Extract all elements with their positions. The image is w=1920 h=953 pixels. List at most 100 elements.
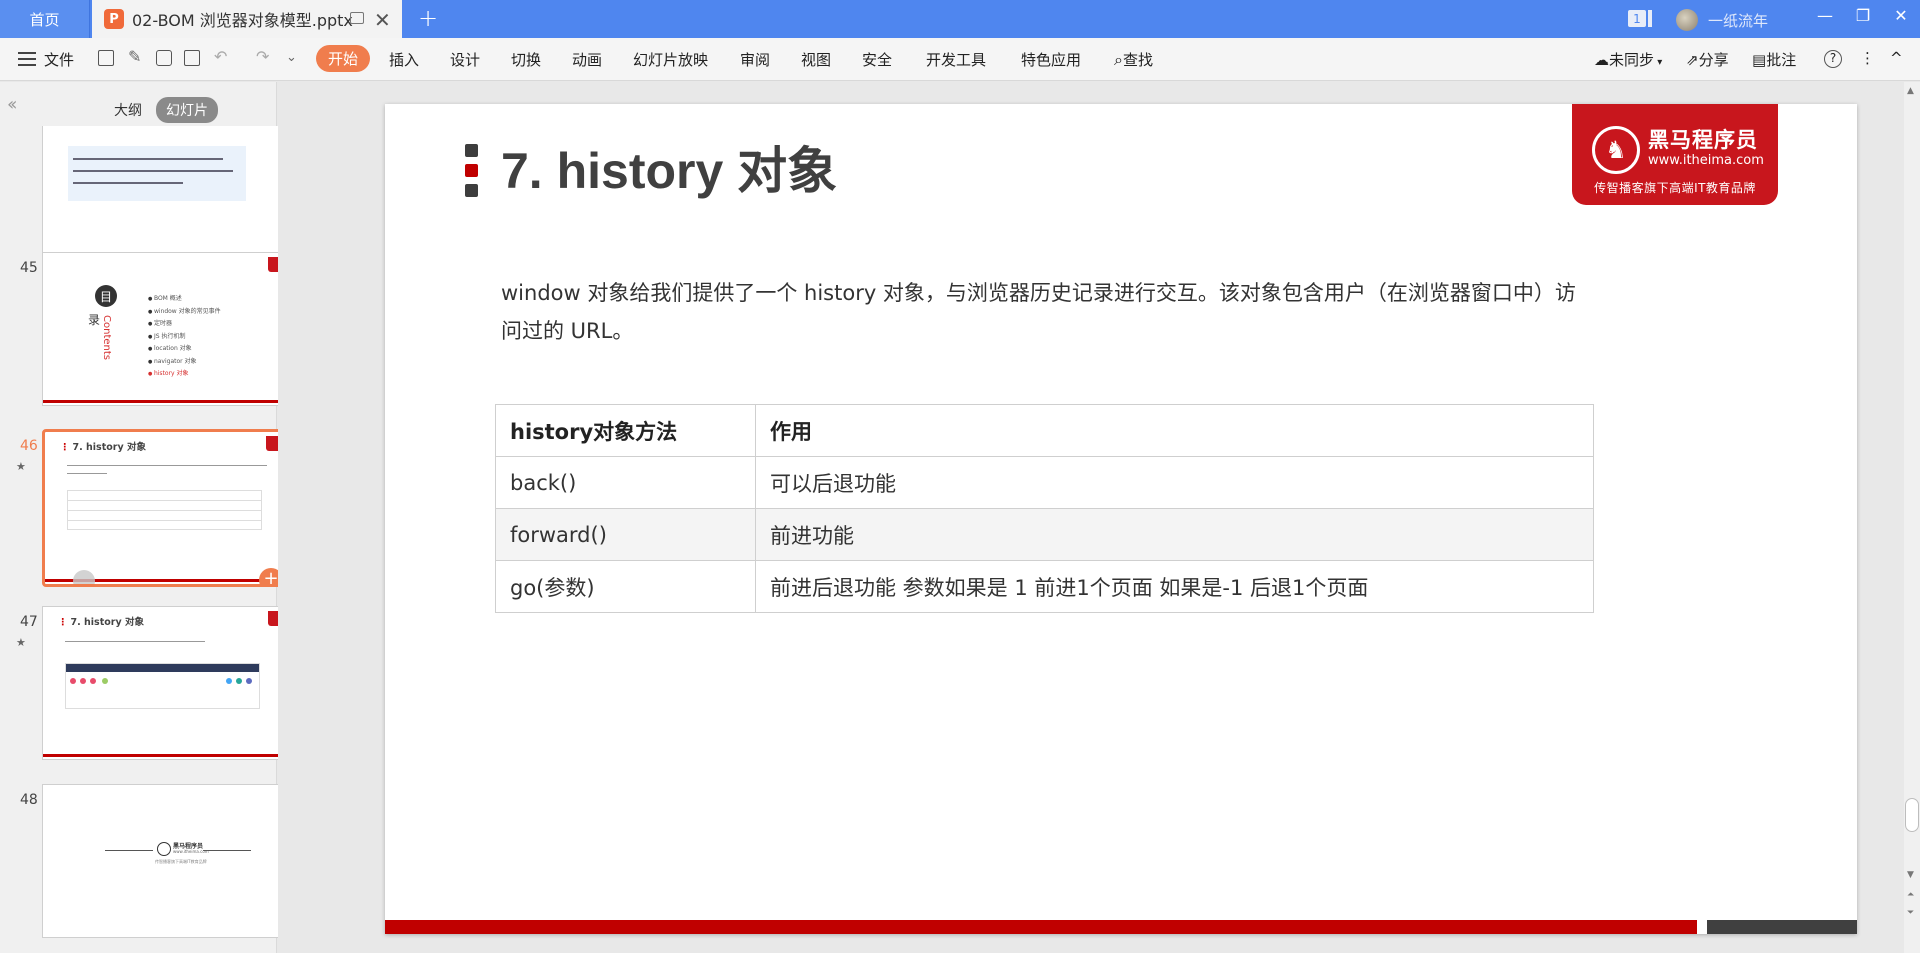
toc-big-char: 目 xyxy=(95,285,117,307)
table-cell: 前进后退功能 参数如果是 1 前进1个页面 如果是-1 后退1个页面 xyxy=(755,560,1594,613)
preview-dot xyxy=(90,678,96,684)
logo-tagline: 传智播客旗下高端IT教育品牌 xyxy=(1594,181,1756,195)
more-options-icon[interactable]: ⋮ xyxy=(1860,49,1875,67)
table-cell: 可以后退功能 xyxy=(755,456,1594,509)
scroll-down-icon[interactable]: ▼ xyxy=(1907,870,1914,880)
user-avatar[interactable] xyxy=(1676,9,1698,31)
print-preview-icon[interactable] xyxy=(184,50,200,66)
tab-view[interactable]: 视图 xyxy=(801,49,831,70)
tab-slideshow[interactable]: 幻灯片放映 xyxy=(633,49,708,70)
close-window-button[interactable]: ✕ xyxy=(1886,6,1916,25)
print-icon[interactable] xyxy=(156,50,172,66)
slide-thumbnail-48[interactable]: 黑马程序员 www.itheima.com 传智播客旗下高端IT教育品牌 xyxy=(42,784,312,938)
file-menu[interactable]: 文件 xyxy=(44,49,74,70)
slide-thumbnail-45[interactable]: 目 录 Contents BOM 概述 window 对象的常见事件 定时器 J… xyxy=(42,252,312,406)
tab-review[interactable]: 审阅 xyxy=(740,49,770,70)
preview-dot xyxy=(80,678,86,684)
hamburger-menu-icon[interactable] xyxy=(18,52,36,66)
table-row: go(参数) 前进后退功能 参数如果是 1 前进1个页面 如果是-1 后退1个页… xyxy=(495,560,1594,613)
toc-item: window 对象的常见事件 xyxy=(148,306,221,319)
thumb-logo-url: www.itheima.com xyxy=(173,849,209,854)
tab-document[interactable]: P 02-BOM 浏览器对象模型.pptx ✕ xyxy=(92,0,402,38)
window-count-badge-edge xyxy=(1648,10,1652,27)
table-cell: go(参数) xyxy=(495,560,756,613)
minimize-button[interactable]: — xyxy=(1810,6,1840,25)
ppt-file-icon: P xyxy=(104,9,124,29)
logo-url: www.itheima.com xyxy=(1648,153,1764,168)
preview-line xyxy=(73,170,233,172)
chevron-down-icon: ▾ xyxy=(1654,57,1663,68)
undo-icon[interactable]: ↶ xyxy=(214,47,227,66)
tab-transition[interactable]: 切换 xyxy=(511,49,541,70)
tab-outline[interactable]: 大纲 xyxy=(104,97,152,123)
marker-square-red xyxy=(465,164,478,177)
share-button[interactable]: ⇗分享 xyxy=(1686,49,1729,70)
save-icon[interactable] xyxy=(98,50,114,66)
table-cell: 前进功能 xyxy=(755,508,1594,561)
preview-line xyxy=(203,850,251,851)
help-icon[interactable]: ? xyxy=(1824,50,1842,68)
toc-small-char: 录 xyxy=(88,313,101,327)
collapse-panel-icon[interactable]: ‹‹ xyxy=(7,94,18,115)
sync-label: 未同步 xyxy=(1609,51,1655,69)
preview-line xyxy=(67,520,262,521)
thumb-logo-circle xyxy=(157,842,171,856)
tab-special-apps[interactable]: 特色应用 xyxy=(1021,49,1081,70)
tab-home[interactable]: 首页 xyxy=(0,0,90,38)
slide-description[interactable]: window 对象给我们提供了一个 history 对象，与浏览器历史记录进行交… xyxy=(501,274,1581,350)
tab-security[interactable]: 安全 xyxy=(862,49,892,70)
next-slide-icon[interactable]: ⏷ xyxy=(1907,908,1914,918)
table-cell: back() xyxy=(495,456,756,509)
preview-line xyxy=(67,510,262,511)
table-header-cell: history对象方法 xyxy=(495,404,756,457)
tab-insert[interactable]: 插入 xyxy=(389,49,419,70)
tab-home-ribbon[interactable]: 开始 xyxy=(316,45,371,72)
tab-animation[interactable]: 动画 xyxy=(572,49,602,70)
history-methods-table[interactable]: history对象方法 作用 back() 可以后退功能 forward() 前… xyxy=(495,404,1594,613)
format-painter-icon[interactable]: ✎ xyxy=(128,47,141,66)
scroll-up-icon[interactable]: ▲ xyxy=(1907,86,1914,96)
toc-item: location 对象 xyxy=(148,343,221,356)
tab-developer[interactable]: 开发工具 xyxy=(926,49,986,70)
tab-slides[interactable]: 幻灯片 xyxy=(156,97,218,123)
slide-thumbnail-panel: ‹‹ 大纲 幻灯片 45 目 录 Contents BOM 概述 window … xyxy=(0,82,330,953)
tab-design[interactable]: 设计 xyxy=(450,49,480,70)
slide-footer-red-bar xyxy=(385,920,1697,934)
table-row: forward() 前进功能 xyxy=(495,508,1594,561)
current-slide[interactable]: 7. history 对象 ♞ 黑马程序员 www.itheima.com 传智… xyxy=(385,104,1857,934)
comment-button[interactable]: ▤批注 xyxy=(1752,49,1796,70)
collapse-ribbon-icon[interactable]: ^ xyxy=(1890,49,1903,67)
slide-thumbnail-47[interactable]: 7. history 对象 xyxy=(42,606,312,760)
slide-thumbnail-46[interactable]: 7. history 对象 + xyxy=(42,429,312,587)
redo-icon[interactable]: ↷ xyxy=(256,47,269,66)
horse-logo-icon: ♞ xyxy=(1592,126,1640,174)
preview-line xyxy=(67,500,262,501)
sync-status[interactable]: ☁未同步 ▾ xyxy=(1594,49,1662,70)
search-button[interactable]: ⌕查找 xyxy=(1114,49,1153,70)
screen-icon[interactable] xyxy=(350,12,364,24)
previous-slide-icon[interactable]: ⏶ xyxy=(1907,890,1914,900)
restore-button[interactable]: ❐ xyxy=(1848,6,1878,25)
thumb-title: 7. history 对象 xyxy=(58,614,144,628)
share-label: 分享 xyxy=(1698,51,1729,69)
brand-logo: ♞ 黑马程序员 www.itheima.com 传智播客旗下高端IT教育品牌 xyxy=(1572,104,1778,205)
marker-square xyxy=(465,184,478,197)
play-slide-icon[interactable] xyxy=(73,570,95,584)
title-marker xyxy=(465,144,478,197)
close-tab-icon[interactable]: ✕ xyxy=(374,8,391,32)
cloud-icon: ☁ xyxy=(1594,51,1609,69)
slide-number-48: 48 xyxy=(20,792,38,808)
slide-title[interactable]: 7. history 对象 xyxy=(501,131,837,203)
scroll-thumb[interactable] xyxy=(1905,798,1919,832)
window-count-badge[interactable]: 1 xyxy=(1628,10,1646,27)
customize-toolbar-icon[interactable]: ⌄ xyxy=(286,50,297,65)
preview-dot xyxy=(102,678,108,684)
editor-scrollbar[interactable]: ▲ ▼ ⏶ ⏷ xyxy=(1904,82,1920,953)
comment-label: 批注 xyxy=(1766,51,1797,69)
marker-square xyxy=(465,144,478,157)
ribbon-toolbar: 文件 ✎ ↶ ↷ ⌄ 开始 插入 设计 切换 动画 幻灯片放映 审阅 视图 安全… xyxy=(0,38,1920,81)
search-label: 查找 xyxy=(1122,51,1153,69)
user-name[interactable]: 一纸流年 xyxy=(1708,10,1768,31)
code-block-preview xyxy=(68,146,246,201)
new-tab-button[interactable]: + xyxy=(418,4,438,32)
